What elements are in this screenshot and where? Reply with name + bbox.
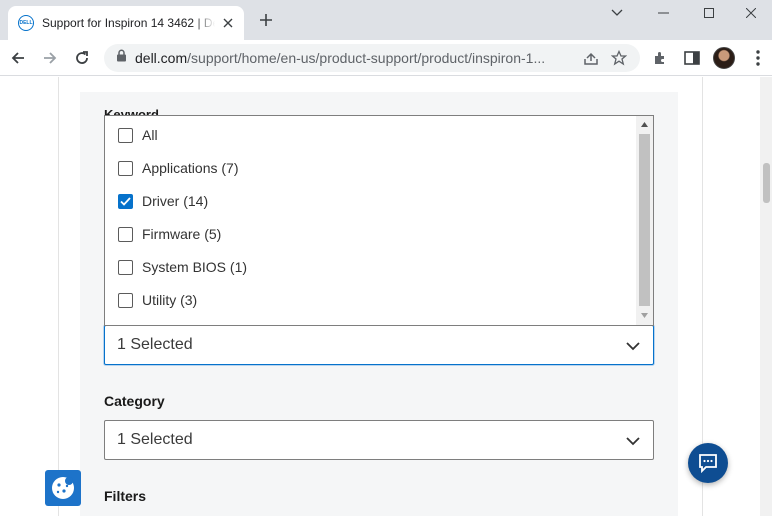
maximize-icon[interactable] (686, 0, 732, 26)
filters-label: Filters (104, 488, 147, 504)
dropdown-scrollbar[interactable] (636, 116, 653, 325)
checkbox[interactable] (118, 292, 133, 308)
chevron-down-icon (626, 437, 640, 446)
scroll-down-icon[interactable] (640, 311, 649, 320)
option-driver[interactable]: Driver (14) (118, 191, 208, 211)
chevron-down-icon (626, 342, 640, 351)
close-icon[interactable] (221, 15, 236, 31)
browser-toolbar: dell.com/support/home/en-us/product-supp… (0, 40, 772, 76)
checkbox[interactable] (118, 160, 133, 176)
category-label: Category (104, 393, 165, 409)
browser-tab[interactable]: DELL Support for Inspiron 14 3462 | Dell… (8, 6, 244, 40)
type-dropdown-list[interactable]: All Applications (7) Driver (14) Firmwar… (104, 115, 654, 326)
option-all[interactable]: All (118, 125, 158, 145)
plus-icon[interactable] (256, 10, 276, 30)
extensions-icon[interactable] (646, 44, 674, 72)
type-select[interactable]: 1 Selected (104, 325, 654, 365)
side-panel-icon[interactable] (678, 44, 706, 72)
type-select-value: 1 Selected (117, 336, 193, 353)
chat-icon[interactable] (688, 443, 728, 483)
menu-icon[interactable] (744, 44, 772, 72)
option-system-bios[interactable]: System BIOS (1) (118, 257, 247, 277)
scroll-up-icon[interactable] (640, 120, 649, 129)
tab-strip: DELL Support for Inspiron 14 3462 | Dell… (0, 0, 772, 40)
option-applications[interactable]: Applications (7) (118, 158, 239, 178)
address-bar[interactable]: dell.com/support/home/en-us/product-supp… (104, 44, 640, 72)
category-select[interactable]: 1 Selected (104, 420, 654, 460)
option-label: Firmware (5) (142, 226, 222, 242)
close-window-icon[interactable] (728, 0, 772, 26)
chevron-down-icon[interactable] (594, 0, 640, 26)
option-label: Driver (14) (142, 193, 209, 209)
forward-icon[interactable] (36, 44, 64, 72)
dell-logo-icon: DELL (18, 15, 34, 31)
content-divider-left (58, 77, 59, 516)
page-content: Keyword 1 Selected All Applications (7) … (0, 77, 772, 516)
share-icon[interactable] (580, 47, 602, 69)
page-scroll-thumb[interactable] (763, 163, 770, 203)
option-label: System BIOS (1) (142, 259, 248, 275)
option-utility[interactable]: Utility (3) (118, 290, 197, 310)
back-icon[interactable] (4, 44, 32, 72)
dropdown-scroll-thumb[interactable] (639, 134, 650, 306)
url-text: dell.com/support/home/en-us/product-supp… (135, 50, 574, 66)
checkbox[interactable] (118, 259, 133, 275)
page-scrollbar[interactable] (760, 77, 772, 516)
reload-icon[interactable] (68, 44, 96, 72)
star-icon[interactable] (608, 47, 630, 69)
checkbox[interactable] (118, 127, 133, 143)
option-label: Utility (3) (142, 292, 198, 308)
option-label: Applications (7) (142, 160, 239, 176)
checkbox[interactable] (118, 226, 133, 242)
url-host: dell.com (135, 50, 188, 66)
lock-icon[interactable] (116, 49, 127, 67)
option-label: All (142, 127, 158, 143)
minimize-icon[interactable] (640, 0, 686, 26)
category-select-value: 1 Selected (117, 431, 193, 448)
favicon-text: DELL (19, 20, 33, 26)
checkbox-checked[interactable] (118, 193, 133, 209)
cookie-icon[interactable] (45, 470, 81, 506)
profile-avatar[interactable] (713, 47, 735, 69)
tab-title: Support for Inspiron 14 3462 | Dell US (42, 16, 215, 30)
check-icon (120, 196, 131, 206)
option-firmware[interactable]: Firmware (5) (118, 224, 221, 244)
url-path: /support/home/en-us/product-support/prod… (187, 50, 546, 66)
